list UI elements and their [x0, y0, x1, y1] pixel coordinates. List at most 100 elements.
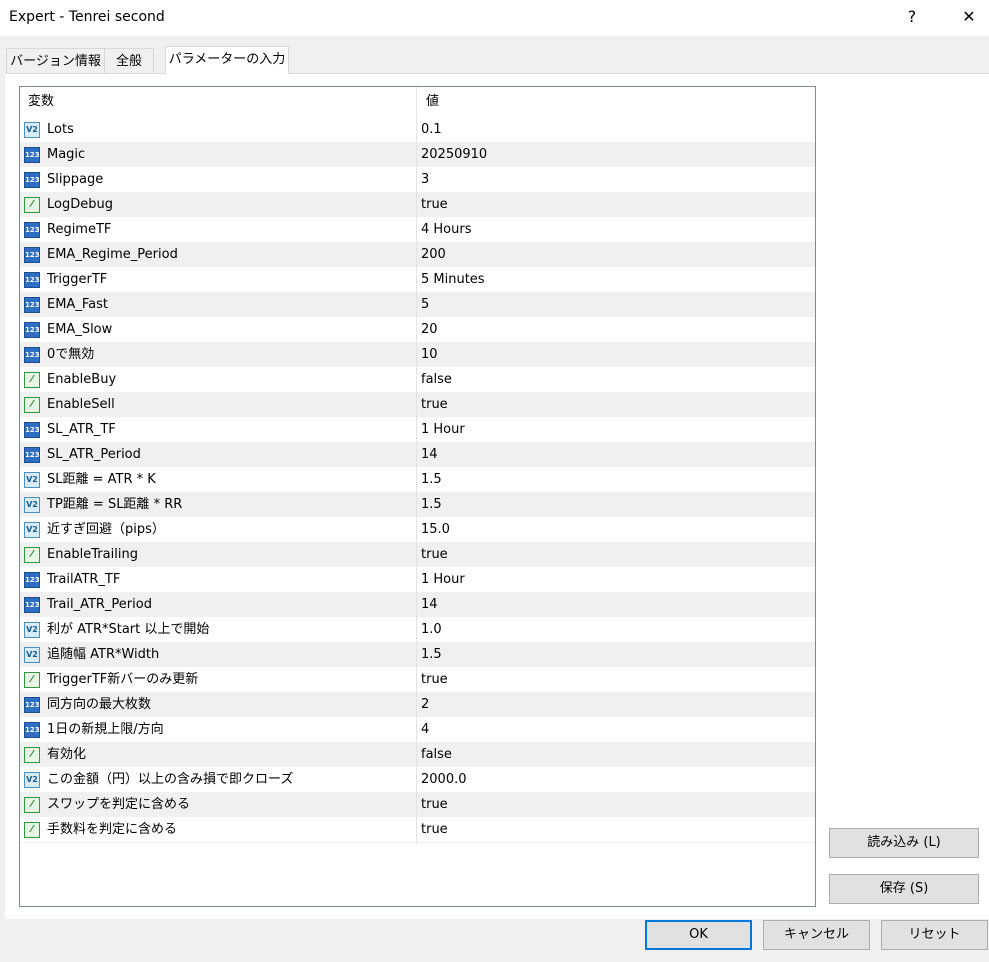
table-row[interactable]: 123 Trail_ATR_Period 14 [20, 593, 815, 618]
parameter-name: EnableSell [47, 397, 115, 412]
table-row[interactable]: 123 SL_ATR_Period 14 [20, 443, 815, 468]
cell-divider [416, 718, 417, 743]
save-button[interactable]: 保存 (S) [829, 874, 979, 904]
parameter-value[interactable]: false [421, 368, 452, 392]
parameter-value[interactable]: 1 Hour [421, 418, 465, 442]
table-row[interactable]: V2 近すぎ回避（pips） 15.0 [20, 518, 815, 543]
table-row[interactable]: V2 TP距離 = SL距離 * RR 1.5 [20, 493, 815, 518]
parameter-value[interactable]: 5 [421, 293, 429, 317]
cell-divider [416, 743, 417, 768]
parameter-value[interactable]: 2000.0 [421, 768, 467, 792]
parameter-value[interactable]: 1.5 [421, 493, 442, 517]
bool-type-icon: ⁄ [24, 822, 40, 838]
table-row[interactable]: 123 0で無効 10 [20, 343, 815, 368]
double-type-icon: V2 [24, 647, 40, 663]
parameter-name: EnableTrailing [47, 547, 138, 562]
table-row[interactable]: ⁄ EnableBuy false [20, 368, 815, 393]
parameter-name: EMA_Fast [47, 297, 108, 312]
tab-version-info[interactable]: バージョン情報 [6, 48, 105, 73]
parameter-name: Trail_ATR_Period [47, 597, 152, 612]
parameter-name: Lots [47, 122, 74, 137]
parameter-value[interactable]: 3 [421, 168, 429, 192]
int-type-icon: 123 [24, 447, 40, 463]
table-row[interactable]: V2 Lots 0.1 [20, 118, 815, 143]
cancel-button[interactable]: キャンセル [763, 920, 870, 950]
parameter-name: EMA_Regime_Period [47, 247, 178, 262]
parameter-name: RegimeTF [47, 222, 112, 237]
parameter-name: Slippage [47, 172, 104, 187]
table-row[interactable]: 123 SL_ATR_TF 1 Hour [20, 418, 815, 443]
table-row[interactable]: ⁄ TriggerTF新バーのみ更新 true [20, 668, 815, 693]
parameter-value[interactable]: true [421, 668, 448, 692]
table-row[interactable]: ⁄ 有効化 false [20, 743, 815, 768]
table-row[interactable]: ⁄ 手数料を判定に含める true [20, 818, 815, 843]
column-header-variable[interactable]: 変数 [28, 87, 54, 117]
parameter-value[interactable]: 4 Hours [421, 218, 472, 242]
parameter-value[interactable]: 2 [421, 693, 429, 717]
ok-button[interactable]: OK [645, 920, 752, 950]
cell-divider [416, 218, 417, 243]
parameter-value[interactable]: false [421, 743, 452, 767]
parameter-value[interactable]: 200 [421, 243, 446, 267]
parameter-value[interactable]: 20250910 [421, 143, 487, 167]
parameter-value[interactable]: 1.5 [421, 643, 442, 667]
parameter-value[interactable]: 14 [421, 593, 438, 617]
bool-type-icon: ⁄ [24, 547, 40, 563]
parameter-value[interactable]: true [421, 543, 448, 567]
table-row[interactable]: 123 Magic 20250910 [20, 143, 815, 168]
table-row[interactable]: ⁄ LogDebug true [20, 193, 815, 218]
cell-divider [416, 493, 417, 518]
parameter-value[interactable]: 10 [421, 343, 438, 367]
table-row[interactable]: V2 SL距離 = ATR * K 1.5 [20, 468, 815, 493]
cell-divider [416, 243, 417, 268]
table-row[interactable]: V2 追随幅 ATR*Width 1.5 [20, 643, 815, 668]
help-button[interactable]: ? [900, 6, 924, 28]
bool-type-icon: ⁄ [24, 372, 40, 388]
cell-divider [416, 618, 417, 643]
parameter-value[interactable]: 0.1 [421, 118, 442, 142]
close-button[interactable]: ✕ [957, 6, 981, 28]
table-row[interactable]: 123 1日の新規上限/方向 4 [20, 718, 815, 743]
int-type-icon: 123 [24, 722, 40, 738]
load-button[interactable]: 読み込み (L) [829, 828, 979, 858]
bool-type-icon: ⁄ [24, 672, 40, 688]
table-row[interactable]: 123 EMA_Fast 5 [20, 293, 815, 318]
tab-parameters[interactable]: パラメーターの入力 [165, 46, 289, 74]
grid-header: 変数 値 [20, 87, 815, 117]
parameter-name: 利が ATR*Start 以上で開始 [47, 622, 210, 637]
double-type-icon: V2 [24, 522, 40, 538]
parameter-name: TriggerTF [47, 272, 108, 287]
parameter-value[interactable]: 1.5 [421, 468, 442, 492]
parameter-value[interactable]: true [421, 793, 448, 817]
table-row[interactable]: V2 利が ATR*Start 以上で開始 1.0 [20, 618, 815, 643]
parameter-value[interactable]: 1 Hour [421, 568, 465, 592]
parameter-value[interactable]: 14 [421, 443, 438, 467]
parameter-value[interactable]: 15.0 [421, 518, 450, 542]
parameter-value[interactable]: true [421, 193, 448, 217]
column-header-value[interactable]: 値 [426, 87, 439, 117]
double-type-icon: V2 [24, 122, 40, 138]
reset-button[interactable]: リセット [881, 920, 988, 950]
parameter-value[interactable]: true [421, 393, 448, 417]
table-row[interactable]: ⁄ EnableTrailing true [20, 543, 815, 568]
parameter-value[interactable]: 5 Minutes [421, 268, 485, 292]
table-row[interactable]: 123 Slippage 3 [20, 168, 815, 193]
cell-divider [416, 643, 417, 668]
table-row[interactable]: 123 RegimeTF 4 Hours [20, 218, 815, 243]
table-row[interactable]: 123 同方向の最大枚数 2 [20, 693, 815, 718]
tab-general[interactable]: 全般 [104, 48, 154, 73]
parameter-value[interactable]: 20 [421, 318, 438, 342]
parameter-name: TrailATR_TF [47, 572, 121, 587]
column-divider[interactable] [416, 87, 417, 117]
table-row[interactable]: V2 この金額（円）以上の含み損で即クローズ 2000.0 [20, 768, 815, 793]
table-row[interactable]: ⁄ EnableSell true [20, 393, 815, 418]
cell-divider [416, 543, 417, 568]
table-row[interactable]: ⁄ スワップを判定に含める true [20, 793, 815, 818]
parameter-value[interactable]: true [421, 818, 448, 842]
table-row[interactable]: 123 TriggerTF 5 Minutes [20, 268, 815, 293]
table-row[interactable]: 123 EMA_Slow 20 [20, 318, 815, 343]
parameter-value[interactable]: 4 [421, 718, 429, 742]
parameter-value[interactable]: 1.0 [421, 618, 442, 642]
table-row[interactable]: 123 EMA_Regime_Period 200 [20, 243, 815, 268]
table-row[interactable]: 123 TrailATR_TF 1 Hour [20, 568, 815, 593]
